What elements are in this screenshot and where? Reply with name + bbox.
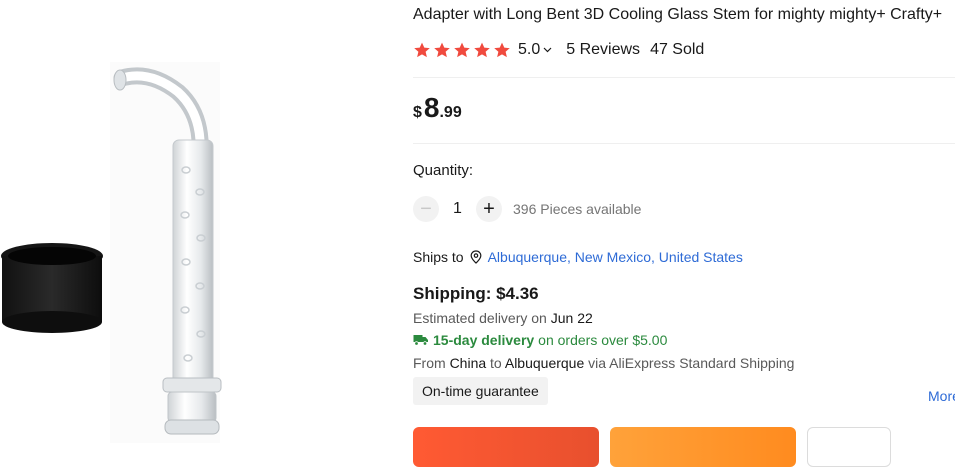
star-icon: [494, 42, 510, 57]
estimated-delivery: Estimated delivery on Jun 22: [413, 310, 593, 326]
ships-to-label: Ships to: [413, 249, 464, 265]
buy-now-button[interactable]: [413, 427, 599, 467]
reviews-link[interactable]: 5 Reviews: [566, 41, 640, 59]
more-shipping-link[interactable]: More: [928, 388, 955, 404]
price-integer: 8: [423, 92, 440, 123]
star-icon: [454, 42, 470, 57]
sold-count: 47 Sold: [650, 41, 705, 58]
divider: [413, 143, 955, 144]
quantity-increase-button[interactable]: +: [476, 196, 502, 222]
quantity-label: Quantity:: [413, 162, 474, 179]
divider: [413, 77, 955, 78]
chevron-down-icon[interactable]: [543, 47, 552, 53]
fast-delivery: 15-day delivery on orders over $5.00: [413, 332, 667, 348]
star-rating: [413, 42, 511, 59]
rating-row: 5.0 5 Reviews 47 Sold: [413, 40, 704, 60]
route-to-label: to: [490, 355, 502, 371]
quantity-value[interactable]: 1: [439, 200, 476, 218]
star-icon: [474, 42, 490, 57]
estimated-prefix: Estimated delivery on: [413, 310, 547, 326]
star-icon: [434, 42, 450, 57]
price-decimal: .99: [439, 104, 462, 121]
product-title: Adapter with Long Bent 3D Cooling Glass …: [413, 6, 943, 23]
location-pin-icon: [470, 250, 482, 264]
product-image[interactable]: [0, 0, 360, 443]
fast-delivery-label: 15-day delivery: [433, 332, 535, 348]
product-photo: [1, 62, 222, 443]
route-from-label: From: [413, 355, 446, 371]
wishlist-button[interactable]: [807, 427, 891, 467]
price: $8.99: [413, 92, 462, 124]
ships-to-row: Ships to Albuquerque, New Mexico, United…: [413, 249, 743, 265]
shipping-route: From China to Albuquerque via AliExpress…: [413, 355, 794, 371]
route-to-city: Albuquerque: [504, 355, 585, 371]
route-from-country: China: [449, 355, 487, 371]
estimated-date: Jun 22: [550, 310, 593, 326]
fast-delivery-condition: on orders over $5.00: [538, 332, 668, 348]
pieces-available: 396 Pieces available: [513, 201, 642, 217]
quantity-stepper: − 1 + 396 Pieces available: [413, 195, 641, 223]
route-via: via AliExpress Standard Shipping: [588, 355, 795, 371]
rating-score[interactable]: 5.0: [518, 41, 540, 59]
quantity-decrease-button[interactable]: −: [413, 196, 439, 222]
ship-location-link[interactable]: Albuquerque, New Mexico, United States: [488, 249, 743, 265]
shipping-price: Shipping: $4.36: [413, 284, 539, 303]
on-time-guarantee-badge[interactable]: On-time guarantee: [413, 377, 548, 405]
price-currency: $: [413, 104, 422, 121]
star-icon: [414, 42, 430, 57]
add-to-cart-button[interactable]: [610, 427, 796, 467]
truck-icon: [413, 334, 429, 346]
